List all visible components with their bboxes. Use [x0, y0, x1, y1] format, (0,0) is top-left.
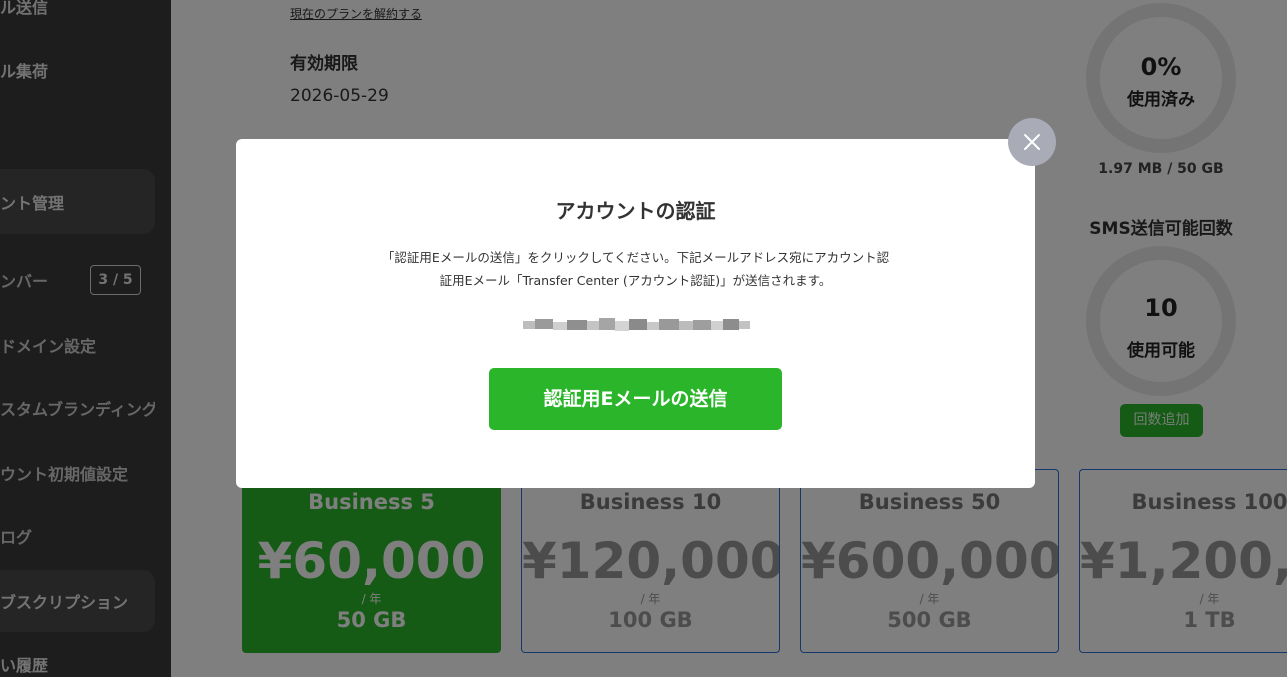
close-icon	[1024, 134, 1040, 150]
modal-description: 「認証用Eメールの送信」をクリックしてください。下記メールアドレス宛にアカウント…	[376, 246, 895, 292]
modal-title: アカウントの認証	[555, 199, 716, 223]
account-verification-modal: アカウントの認証 「認証用Eメールの送信」をクリックしてください。下記メールアド…	[236, 139, 1035, 488]
redacted-email-address	[523, 318, 750, 331]
send-verification-email-button[interactable]: 認証用Eメールの送信	[489, 368, 782, 430]
modal-close-button[interactable]	[1008, 118, 1056, 166]
modal-description-line: 証用Eメール「Transfer Center (アカウント認証)」が送信されます…	[439, 273, 832, 288]
modal-description-line: 「認証用Eメールの送信」をクリックしてください。下記メールアドレス宛にアカウント…	[381, 250, 890, 265]
